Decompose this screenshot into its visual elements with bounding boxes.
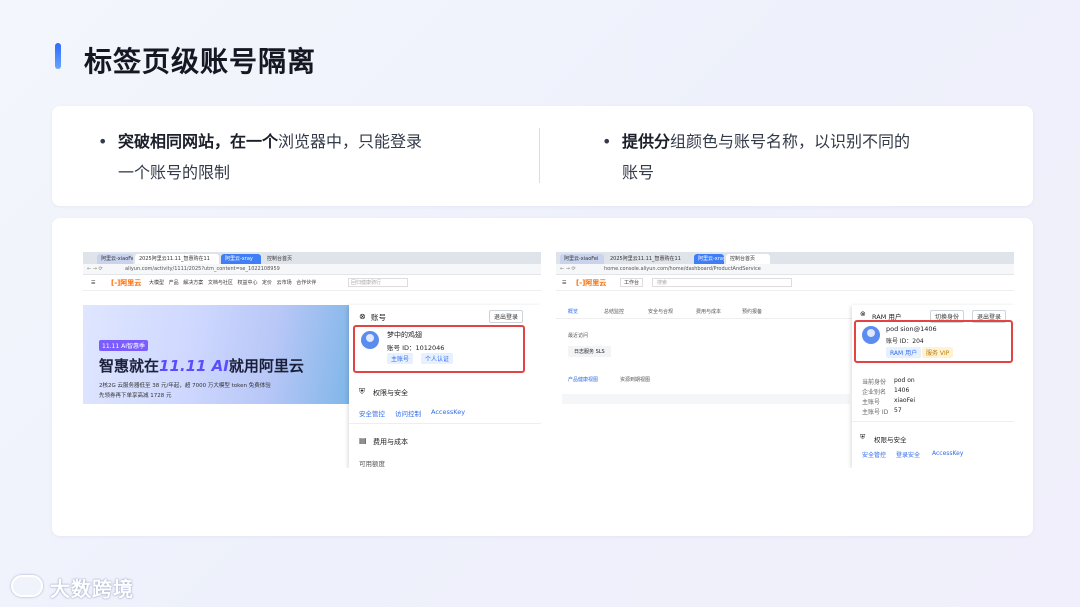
aliyun-logo: [-]阿里云	[111, 279, 142, 287]
table-header	[562, 394, 850, 404]
user-icon: ⊗	[359, 312, 366, 321]
tab-cost[interactable]: 费用与成本	[696, 305, 721, 319]
nav-arrows-icon[interactable]: ← → ⟳	[560, 264, 576, 275]
tab-monitor[interactable]: 总结监控	[604, 305, 624, 319]
tab[interactable]: 阿里云-xiaoFei	[560, 254, 604, 264]
console-nav: ☰ [-]阿里云 工作台 搜索	[556, 275, 1014, 291]
account-name: pod sion@1406	[886, 325, 937, 333]
quota-label: 可用额度	[359, 460, 385, 468]
tab-security[interactable]: 安全与合规	[648, 305, 673, 319]
divider	[539, 128, 540, 183]
tab[interactable]: 阿里云-xiaoFei	[97, 254, 133, 264]
info-key: 主账号 ID	[862, 409, 889, 416]
address-bar[interactable]: ← → ⟳ aliyun.com/activity/1111/2025?utm_…	[83, 264, 541, 275]
menu-icon[interactable]: ☰	[562, 275, 566, 291]
search-input[interactable]: 搜索	[652, 278, 792, 287]
tab-overview[interactable]: 概览	[568, 305, 578, 319]
right-screenshot: 阿里云-xiaoFei 2025阿里云11.11_智惠购在11 阿里云-xray…	[556, 252, 1014, 468]
logout-button[interactable]: 退出登录	[489, 310, 524, 323]
nav-arrows-icon[interactable]: ← → ⟳	[87, 264, 103, 275]
tab[interactable]: 控制台首页	[726, 254, 770, 264]
banner-title: 智惠就在11.11 AI就用阿里云	[99, 357, 304, 375]
link-access-control[interactable]: 访问控制	[395, 408, 421, 418]
url-text: aliyun.com/activity/1111/2025?utm_conten…	[125, 266, 280, 272]
recent-item[interactable]: 日志服务 SLS	[568, 346, 611, 357]
search-input[interactable]: 回归健康骑行	[348, 278, 408, 287]
brand-name: 大数跨境	[50, 577, 134, 601]
tab-report[interactable]: 预约报备	[742, 305, 762, 319]
info-value: xiaoFei	[894, 397, 916, 404]
address-bar[interactable]: ← → ⟳ home.console.aliyun.com/home/dashb…	[556, 264, 1014, 275]
banner-line: 先领券再下单享高减 1728 元	[99, 393, 172, 399]
shield-icon: ⛨	[359, 387, 365, 396]
bullet-2: • 提供分组颜色与账号名称，以识别不同的 账号	[602, 132, 911, 182]
subtab-health[interactable]: 产品健康视图	[568, 376, 598, 383]
perm-title: 权限与安全	[373, 389, 408, 397]
subtab-expiry[interactable]: 资源到期视图	[620, 376, 650, 383]
user-icon: ⊗	[860, 310, 866, 318]
brand-logo-icon	[11, 575, 43, 597]
account-dropdown: ⊗ 账号 退出登录 梦中的鸡翅 账号 ID：1012046 主账号 个人认证 ⛨…	[349, 305, 541, 468]
info-value: 1406	[894, 387, 910, 394]
separator	[852, 421, 1014, 422]
tag-ram-user: RAM 用户	[886, 347, 922, 358]
site-nav: ☰ [-]阿里云 大模型 产品 解决方案 文档与社区 权益中心 定价 云市场 合…	[83, 275, 541, 291]
link-accesskey[interactable]: AccessKey	[431, 408, 465, 416]
link-accesskey[interactable]: AccessKey	[932, 450, 963, 457]
tag-verified: 个人认证	[421, 353, 454, 364]
banner-line: 2核2G 云服务器低至 38 元/年起，超 7000 万大模型 token 免费…	[99, 383, 271, 389]
left-screenshot: 阿里云-xiaoFei 2025阿里云11.11_智惠购在11 阿里云-xray…	[83, 252, 541, 468]
title-accent-bar	[55, 43, 61, 69]
aliyun-logo: [-]阿里云	[576, 279, 607, 287]
tab[interactable]: 阿里云-xray	[221, 254, 261, 264]
tab[interactable]: 2025阿里云11.11_智惠购在11	[135, 254, 219, 264]
tag-vip: 服务 VIP	[922, 347, 954, 358]
tab[interactable]: 控制台首页	[263, 254, 313, 264]
bullet-1: • 突破相同网站，在一个浏览器中，只能登录 一个账号的限制	[98, 132, 423, 182]
browser-tabbar: 阿里云-xiaoFei 2025阿里云11.11_智惠购在11 阿里云-xray…	[83, 252, 541, 264]
link-security[interactable]: 安全管控	[359, 408, 385, 418]
avatar	[862, 326, 880, 344]
account-id: 账号 ID：1012046	[387, 344, 445, 352]
tab[interactable]: 2025阿里云11.11_智惠购在11	[606, 254, 690, 264]
perm-title: 权限与安全	[874, 436, 907, 444]
tag-main-account: 主账号	[387, 353, 414, 364]
account-id: 账号 ID：204	[886, 338, 924, 345]
url-text: home.console.aliyun.com/home/dashboard/P…	[604, 266, 761, 272]
console-tabs: 概览 总结监控 安全与合规 费用与成本 预约报备	[556, 305, 852, 319]
menu-icon[interactable]: ☰	[91, 275, 95, 291]
workbench-button[interactable]: 工作台	[620, 278, 644, 287]
separator	[349, 423, 541, 424]
tab[interactable]: 阿里云-xray	[694, 254, 724, 264]
banner-badge: 11.11 AI智惠季	[99, 340, 148, 351]
account-name: 梦中的鸡翅	[387, 331, 422, 339]
browser-tabbar: 阿里云-xiaoFei 2025阿里云11.11_智惠购在11 阿里云-xray…	[556, 252, 1014, 264]
cost-icon: ▤	[359, 436, 367, 445]
info-key: 当前身份	[862, 379, 887, 386]
promo-banner[interactable]: 11.11 AI智惠季 智惠就在11.11 AI就用阿里云 2核2G 云服务器低…	[83, 305, 349, 404]
link-security[interactable]: 安全管控	[862, 450, 886, 459]
cost-title[interactable]: 费用与成本	[373, 437, 408, 447]
recent-label: 最近访问	[568, 333, 589, 339]
account-dropdown: ⊗ RAM 用户 切换身份 退出登录 pod sion@1406 账号 ID：2…	[852, 305, 1014, 468]
info-value: pod on	[894, 377, 915, 384]
nav-items[interactable]: 大模型 产品 解决方案 文档与社区 权益中心 定价 云市场 合作伙伴	[149, 275, 316, 291]
info-value: 57	[894, 407, 902, 414]
page-title: 标签页级账号隔离	[84, 45, 317, 78]
section-title[interactable]: 账号	[371, 312, 386, 323]
info-key: 企业别名	[862, 389, 887, 396]
avatar	[361, 331, 379, 349]
link-login-security[interactable]: 登录安全	[896, 450, 920, 459]
info-key: 主账号	[862, 399, 881, 406]
shield-icon: ⛨	[860, 433, 866, 441]
